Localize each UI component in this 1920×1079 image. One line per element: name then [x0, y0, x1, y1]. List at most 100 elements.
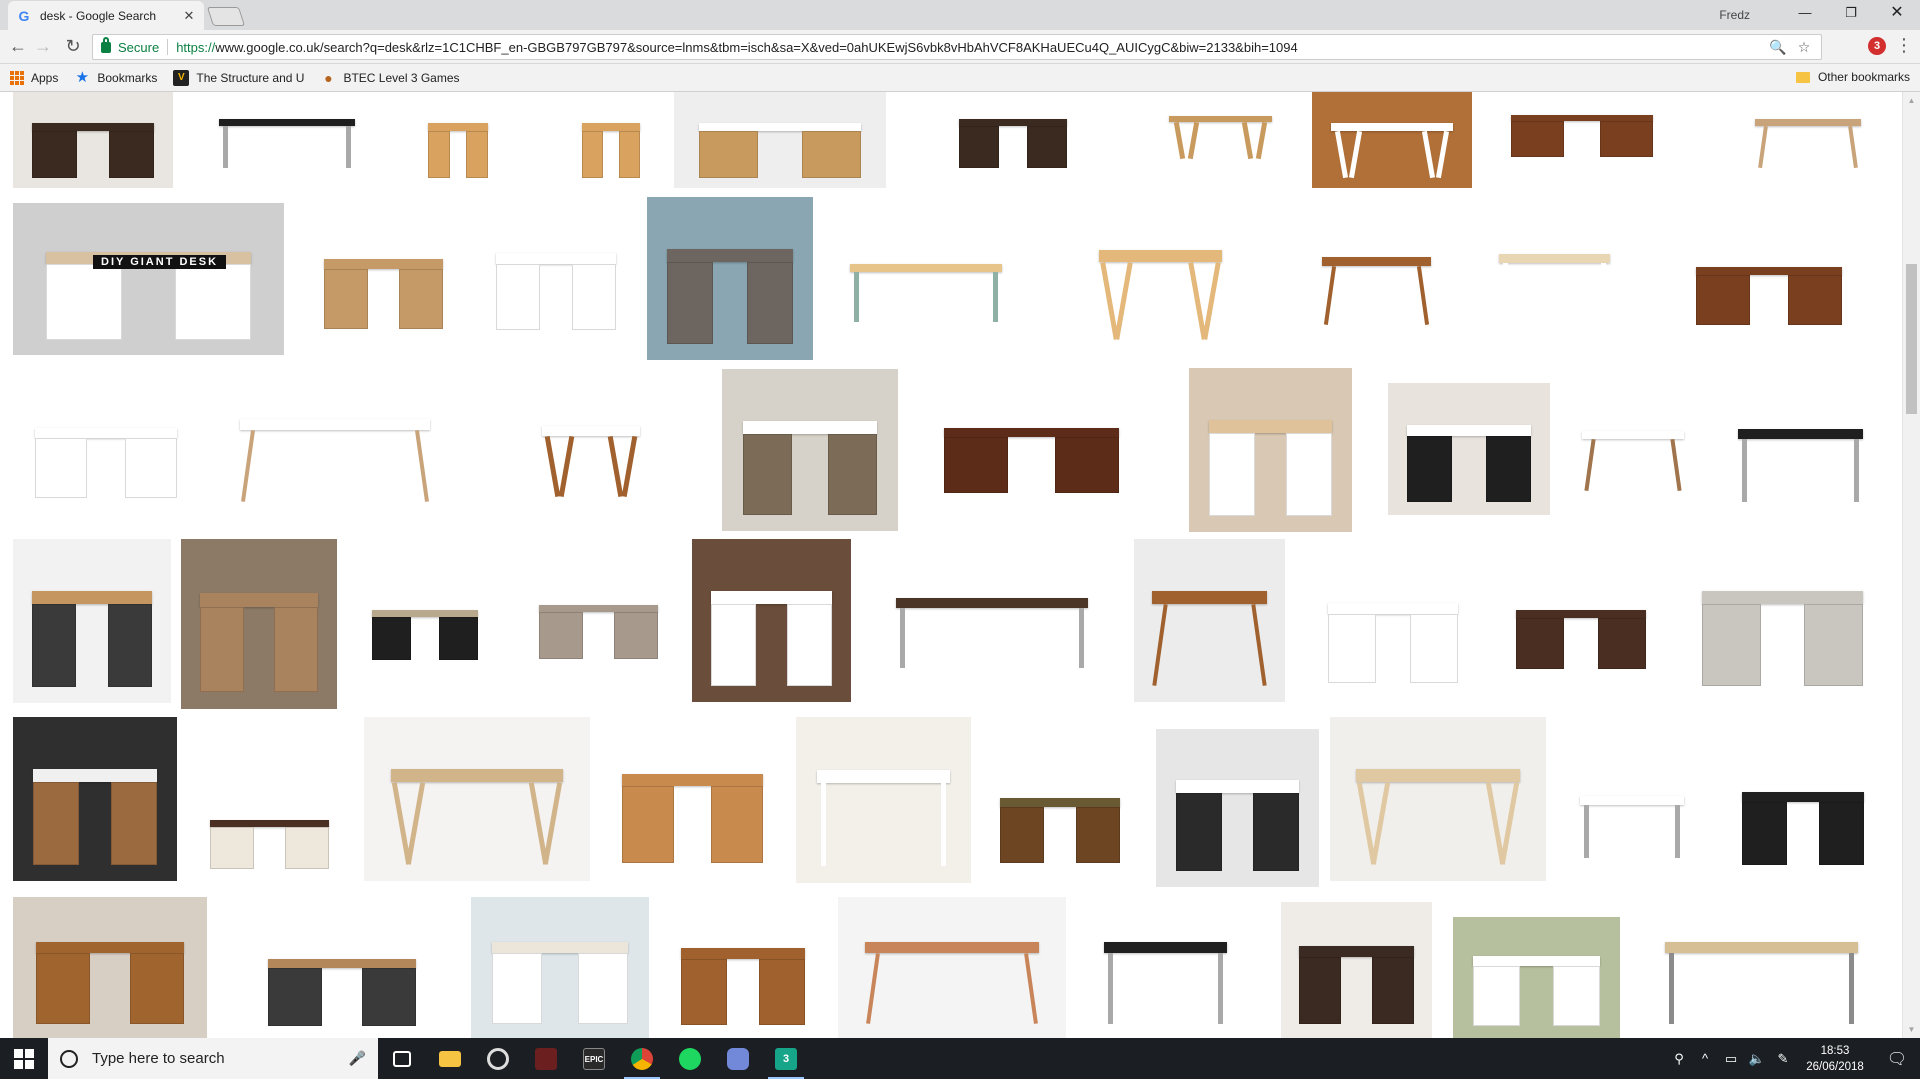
image-result-thumbnail[interactable]: [1330, 717, 1546, 881]
image-result-thumbnail[interactable]: [364, 717, 590, 881]
image-result-thumbnail[interactable]: [1738, 92, 1878, 176]
scrollbar-thumb[interactable]: [1906, 264, 1917, 414]
bookmark-structure[interactable]: V The Structure and U: [173, 69, 304, 86]
image-result-thumbnail[interactable]: [1563, 762, 1701, 869]
image-result-thumbnail[interactable]: [722, 369, 898, 531]
people-icon[interactable]: ⚲: [1666, 1051, 1692, 1067]
minimize-button[interactable]: —: [1782, 0, 1828, 28]
notification-icon[interactable]: 🗨: [1874, 1049, 1920, 1069]
image-result-thumbnail[interactable]: [600, 725, 785, 878]
image-result-thumbnail[interactable]: [191, 792, 348, 878]
forward-arrow-icon[interactable]: →: [31, 35, 55, 59]
image-result-thumbnail[interactable]: [981, 762, 1139, 874]
epic-games-button[interactable]: EPIC: [570, 1038, 618, 1079]
image-result-thumbnail[interactable]: [917, 392, 1146, 504]
scroll-up-arrow-icon[interactable]: ▲: [1903, 92, 1920, 109]
reload-icon[interactable]: ↻: [61, 35, 85, 59]
new-tab-button[interactable]: [206, 7, 246, 26]
image-result-thumbnail[interactable]: DIY GIANT DESK: [13, 203, 284, 355]
image-result-thumbnail[interactable]: [1281, 902, 1432, 1038]
back-arrow-icon[interactable]: ←: [6, 35, 30, 59]
start-button[interactable]: [0, 1038, 48, 1079]
image-result-thumbnail[interactable]: [692, 539, 851, 702]
image-result-thumbnail[interactable]: [838, 897, 1066, 1038]
pen-icon[interactable]: ✎: [1770, 1051, 1796, 1067]
image-result-thumbnail[interactable]: [355, 582, 495, 669]
clock[interactable]: 18:53 26/06/2018: [1796, 1043, 1874, 1075]
overwatch-button[interactable]: [474, 1038, 522, 1079]
image-result-thumbnail[interactable]: [305, 220, 462, 341]
page-scrollbar[interactable]: ▲ ▼: [1902, 92, 1920, 1038]
tab-close-icon[interactable]: ✕: [182, 9, 196, 23]
image-result-thumbnail[interactable]: [1635, 897, 1888, 1038]
image-result-thumbnail[interactable]: [471, 897, 649, 1038]
image-result-thumbnail[interactable]: [245, 922, 439, 1038]
image-result-thumbnail[interactable]: [1153, 92, 1288, 166]
image-result-thumbnail[interactable]: [526, 387, 656, 509]
image-result-thumbnail[interactable]: [796, 717, 971, 883]
image-result-thumbnail[interactable]: [181, 539, 337, 709]
image-result-thumbnail[interactable]: [1079, 200, 1242, 355]
image-result-thumbnail[interactable]: [13, 92, 173, 188]
image-result-thumbnail[interactable]: [1495, 577, 1667, 679]
spotify-button[interactable]: [666, 1038, 714, 1079]
image-result-thumbnail[interactable]: [13, 390, 199, 510]
image-result-thumbnail[interactable]: [13, 539, 171, 703]
image-result-thumbnail[interactable]: [573, 92, 649, 188]
volume-icon[interactable]: 🔈: [1744, 1051, 1770, 1067]
image-result-thumbnail[interactable]: [1453, 917, 1620, 1038]
image-result-thumbnail[interactable]: [1566, 398, 1700, 501]
task-view-button[interactable]: [378, 1038, 426, 1079]
image-result-thumbnail[interactable]: [826, 232, 1026, 332]
image-result-thumbnail[interactable]: [1488, 92, 1676, 164]
image-result-thumbnail[interactable]: [661, 906, 825, 1038]
bookmark-star-icon[interactable]: ☆: [1795, 39, 1813, 56]
image-result-thumbnail[interactable]: [1677, 539, 1888, 702]
url-text[interactable]: https://www.google.co.uk/search?q=desk&r…: [176, 40, 1761, 55]
image-result-thumbnail[interactable]: [1189, 368, 1352, 532]
extension-badge-icon[interactable]: 3: [1868, 37, 1886, 55]
image-result-thumbnail[interactable]: [1134, 539, 1285, 702]
network-icon[interactable]: ▭: [1718, 1051, 1744, 1067]
file-explorer-button[interactable]: [426, 1038, 474, 1079]
app-3-button[interactable]: 3: [762, 1038, 810, 1079]
bookmark-apps[interactable]: Apps: [10, 70, 58, 85]
close-window-button[interactable]: ✕: [1874, 0, 1920, 28]
tab-active[interactable]: G desk - Google Search ✕: [8, 1, 204, 30]
chevron-up-icon[interactable]: ^: [1692, 1051, 1718, 1066]
image-result-thumbnail[interactable]: [1482, 217, 1627, 334]
image-result-thumbnail[interactable]: [13, 717, 177, 881]
image-result-thumbnail[interactable]: [1305, 220, 1448, 337]
image-result-thumbnail[interactable]: [1084, 897, 1247, 1038]
scroll-down-arrow-icon[interactable]: ▼: [1903, 1021, 1920, 1038]
secure-label[interactable]: Secure: [118, 40, 159, 55]
image-result-thumbnail[interactable]: [866, 560, 1118, 680]
image-result-thumbnail[interactable]: [1312, 92, 1472, 188]
chrome-button[interactable]: [618, 1038, 666, 1079]
image-result-thumbnail[interactable]: [210, 374, 460, 516]
image-result-thumbnail[interactable]: [418, 92, 498, 188]
bookmark-btec[interactable]: ● BTEC Level 3 Games: [320, 70, 459, 86]
image-result-thumbnail[interactable]: [1156, 729, 1319, 887]
image-result-thumbnail[interactable]: [674, 92, 886, 188]
profile-name[interactable]: Fredz: [1719, 8, 1750, 22]
taskbar-search-box[interactable]: Type here to search 🎤: [48, 1038, 378, 1079]
discord-button[interactable]: [714, 1038, 762, 1079]
image-result-thumbnail[interactable]: [198, 92, 376, 176]
bookmark-other[interactable]: Other bookmarks: [1795, 70, 1910, 84]
image-result-thumbnail[interactable]: [1723, 752, 1883, 877]
image-result-thumbnail[interactable]: [647, 197, 813, 360]
image-result-thumbnail[interactable]: [1673, 235, 1865, 335]
image-result-thumbnail[interactable]: [13, 897, 207, 1038]
image-result-thumbnail[interactable]: [520, 576, 677, 668]
image-result-thumbnail[interactable]: [477, 210, 635, 343]
bookmark-bookmarks[interactable]: ★ Bookmarks: [74, 69, 158, 86]
image-result-thumbnail[interactable]: [1388, 383, 1550, 515]
image-result-thumbnail[interactable]: [942, 92, 1084, 176]
maximize-button[interactable]: ❐: [1828, 0, 1874, 28]
game-button[interactable]: [522, 1038, 570, 1079]
image-result-thumbnail[interactable]: [1307, 559, 1479, 697]
microphone-icon[interactable]: 🎤: [349, 1050, 366, 1067]
zoom-icon[interactable]: 🔍: [1769, 39, 1787, 56]
chrome-menu-icon[interactable]: ⋮: [1894, 35, 1914, 56]
